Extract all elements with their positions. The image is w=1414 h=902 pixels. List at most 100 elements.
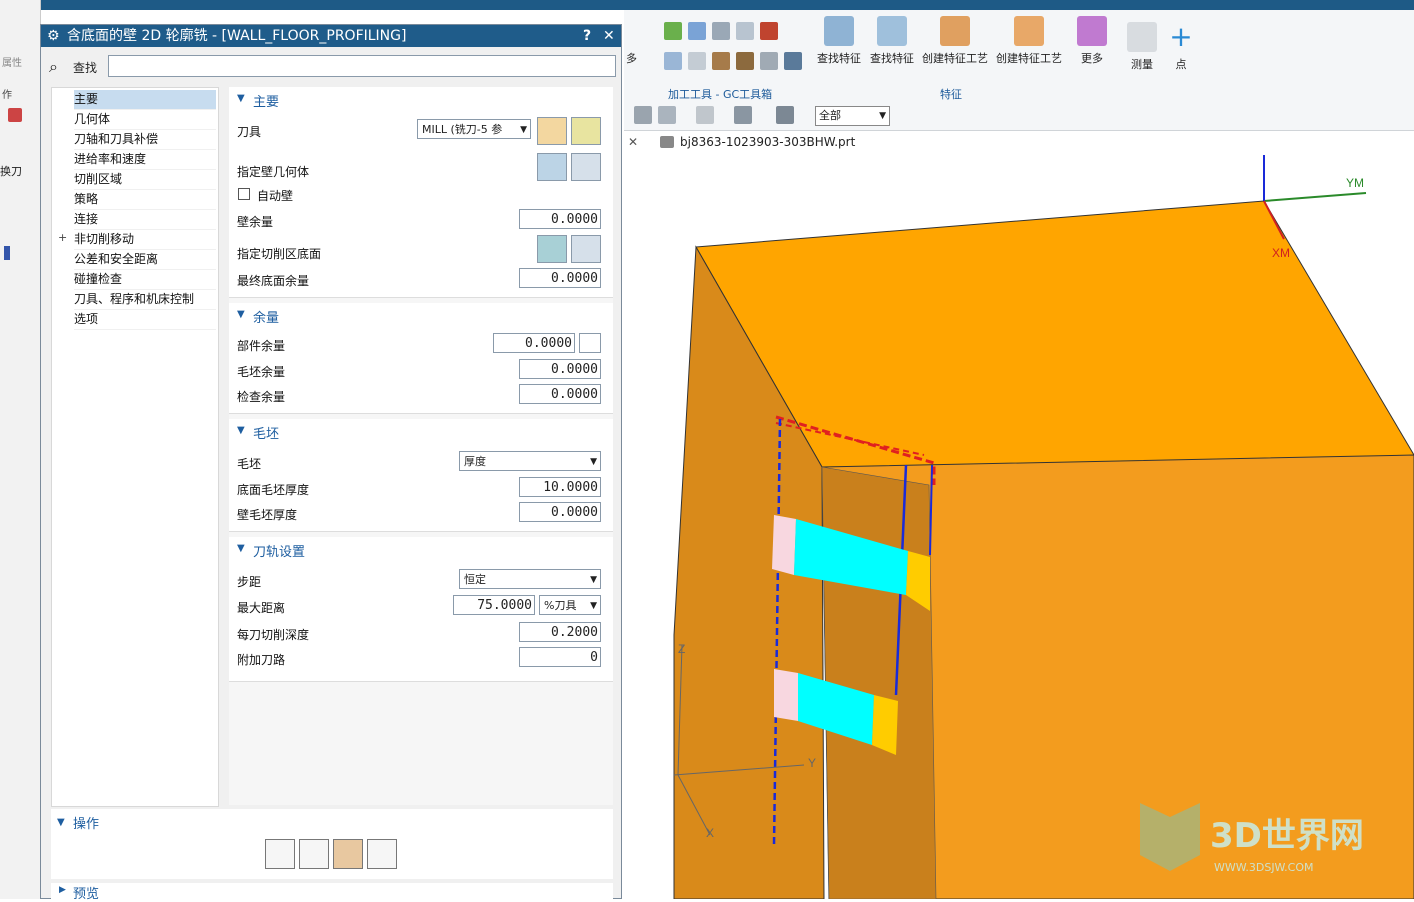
collapse-arrow-icon[interactable]: ▼ — [57, 817, 65, 828]
collapse-arrow-icon[interactable]: ▼ — [237, 425, 245, 436]
list-button[interactable] — [367, 839, 397, 869]
check-stock-label: 检查余量 — [237, 390, 286, 404]
step-select[interactable]: 恒定 ▼ — [459, 569, 601, 589]
search-input[interactable] — [108, 55, 616, 77]
wall-geom-label: 指定壁几何体 — [237, 165, 310, 179]
nav-item[interactable]: 主要 — [74, 90, 216, 110]
check-icon[interactable] — [664, 22, 682, 40]
layout-icon[interactable] — [688, 22, 706, 40]
main-section-header[interactable]: 主要 — [253, 91, 279, 110]
select-floor-button[interactable] — [537, 235, 567, 263]
lock-icon[interactable] — [579, 333, 601, 353]
nav-item[interactable]: 进给率和速度 — [74, 150, 216, 170]
chevron-down-icon: ▼ — [590, 575, 597, 585]
help-button[interactable]: ? — [583, 25, 591, 47]
render-icon[interactable] — [734, 106, 752, 124]
tool-list-icon[interactable] — [712, 52, 730, 70]
hide-icon[interactable] — [658, 106, 676, 124]
nav-item[interactable]: 刀具、程序和机床控制 — [74, 290, 216, 310]
wall-stock-input[interactable]: 0.0000 — [519, 209, 601, 229]
sheet-icon[interactable] — [736, 22, 754, 40]
nav-item[interactable]: 公差和安全距离 — [74, 250, 216, 270]
auto-wall-checkbox[interactable] — [238, 188, 250, 200]
close-tab-icon[interactable]: ✕ — [628, 135, 638, 149]
program-icon[interactable] — [760, 52, 778, 70]
doc-icon[interactable] — [688, 52, 706, 70]
step-label: 步距 — [237, 575, 262, 589]
close-button[interactable]: ✕ — [603, 25, 615, 47]
output-icon[interactable] — [784, 52, 802, 70]
part-stock-input[interactable]: 0.0000 — [493, 333, 575, 353]
blank-stock-input[interactable]: 0.0000 — [519, 359, 601, 379]
copy-icon[interactable] — [664, 52, 682, 70]
point-button[interactable]: + 点 — [1166, 22, 1196, 72]
eye-icon[interactable] — [634, 106, 652, 124]
verify-button[interactable] — [333, 839, 363, 869]
gear-icon[interactable]: ⚙ — [47, 25, 60, 47]
triad-y-label: Y — [808, 756, 816, 770]
stock-section-header[interactable]: 余量 — [253, 307, 279, 326]
depth-input[interactable]: 0.2000 — [519, 622, 601, 642]
create-feature-process-button-1[interactable]: 创建特征工艺 — [920, 16, 990, 66]
change-tool-label[interactable]: 换刀 — [0, 163, 22, 179]
final-floor-input[interactable]: 0.0000 — [519, 268, 601, 288]
display-floor-button[interactable] — [571, 235, 601, 263]
find-feature-button-1[interactable]: 查找特征 — [814, 16, 864, 66]
nav-item[interactable]: 几何体 — [74, 110, 216, 130]
create-feature-process-button-2[interactable]: 创建特征工艺 — [994, 16, 1064, 66]
nav-item[interactable]: 切削区域 — [74, 170, 216, 190]
maxdist-input[interactable]: 75.0000 — [453, 595, 535, 615]
dialog-title-bar[interactable]: ⚙ 含底面的壁 2D 轮廓铣 - [WALL_FLOOR_PROFILING] … — [41, 25, 621, 47]
nav-item[interactable]: 选项 — [74, 310, 216, 330]
tool-select[interactable]: MILL (铣刀-5 参 ▼ — [417, 119, 531, 139]
cube-icon[interactable] — [776, 106, 794, 124]
find-feature-button-2[interactable]: 查找特征 — [867, 16, 917, 66]
nav-item[interactable]: 刀轴和刀具补偿 — [74, 130, 216, 150]
preview-header[interactable]: 预览 — [73, 883, 99, 902]
extra-passes-input[interactable]: 0 — [519, 647, 601, 667]
wall-stock-label: 壁余量 — [237, 215, 274, 229]
display-wall-geom-button[interactable] — [571, 153, 601, 181]
grid-icon[interactable] — [712, 22, 730, 40]
nav-item[interactable]: 连接 — [74, 210, 216, 230]
more-icon — [1077, 16, 1107, 46]
operations-header[interactable]: 操作 — [73, 813, 99, 832]
collapse-arrow-icon[interactable]: ▼ — [237, 309, 245, 320]
new-tool-button[interactable] — [537, 117, 567, 145]
wall-thick-input[interactable]: 0.0000 — [519, 502, 601, 522]
replay-button[interactable] — [299, 839, 329, 869]
blank-type-select[interactable]: 厚度 ▼ — [459, 451, 601, 471]
edit-tool-button[interactable] — [571, 117, 601, 145]
more-button[interactable]: 更多 — [1072, 16, 1112, 66]
expand-icon[interactable]: + — [58, 231, 67, 244]
maxdist-unit-select[interactable]: %刀具 ▼ — [539, 595, 601, 615]
nav-item[interactable]: 碰撞检查 — [74, 270, 216, 290]
select-wall-geom-button[interactable] — [537, 153, 567, 181]
file-tab-title[interactable]: bj8363-1023903-303BHW.prt — [680, 135, 855, 149]
nav-item[interactable]: 策略 — [74, 190, 216, 210]
nav-item[interactable]: 非切削移动 — [74, 230, 216, 250]
part-top-face — [695, 200, 1414, 468]
measure-button[interactable]: 测量 — [1122, 22, 1162, 72]
part-model-svg: YM XM Y Z X 3D世界网 WWW.3DSJW.COM — [673, 155, 1414, 899]
check-stock-input[interactable]: 0.0000 — [519, 384, 601, 404]
expand-arrow-icon[interactable]: ▶ — [59, 885, 66, 895]
graphics-viewport[interactable]: YM XM Y Z X 3D世界网 WWW.3DSJW.COM — [624, 155, 1414, 899]
window-icon[interactable] — [696, 106, 714, 124]
blank-section-header[interactable]: 毛坯 — [253, 423, 279, 442]
edit-icon[interactable] — [736, 52, 754, 70]
more-label[interactable]: 多 — [626, 50, 637, 66]
floor-label: 指定切削区底面 — [237, 247, 322, 261]
tool-icon[interactable] — [8, 108, 22, 122]
toolpath-section-header[interactable]: 刀轨设置 — [253, 541, 305, 560]
type-filter-select[interactable]: 全部 ▼ — [815, 106, 890, 126]
final-floor-label: 最终底面余量 — [237, 274, 310, 288]
floor-thick-label: 底面毛坯厚度 — [237, 483, 310, 497]
generate-button[interactable] — [265, 839, 295, 869]
floor-thick-input[interactable]: 10.0000 — [519, 477, 601, 497]
collapse-arrow-icon[interactable]: ▼ — [237, 93, 245, 104]
dialog-title: 含底面的壁 2D 轮廓铣 - [WALL_FLOOR_PROFILING] — [67, 28, 407, 44]
ops-label[interactable]: 作 — [2, 86, 12, 101]
collapse-arrow-icon[interactable]: ▼ — [237, 543, 245, 554]
flag-icon[interactable] — [760, 22, 778, 40]
